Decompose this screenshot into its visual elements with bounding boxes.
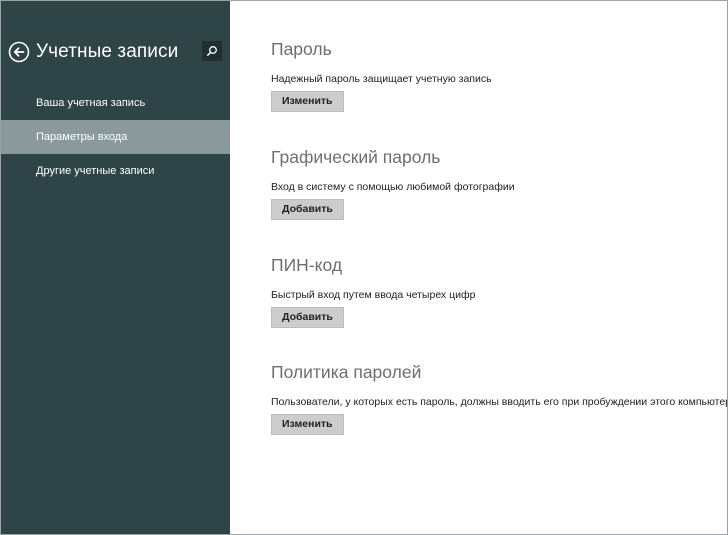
- sidebar-title: Учетные записи: [36, 41, 179, 62]
- main-content: Пароль Надежный пароль защищает учетную …: [230, 1, 727, 534]
- change-password-button[interactable]: Изменить: [271, 91, 344, 112]
- sidebar-nav: Ваша учетная запись Параметры входа Друг…: [1, 86, 230, 188]
- add-picture-password-button[interactable]: Добавить: [271, 199, 344, 220]
- section-title: ПИН-код: [271, 255, 343, 275]
- section-description: Быстрый вход путем ввода четырех цифр: [271, 289, 476, 301]
- section-description: Пользователи, у которых есть пароль, дол…: [271, 396, 728, 408]
- search-icon: [207, 46, 217, 56]
- section-description: Надежный пароль защищает учетную запись: [271, 73, 492, 85]
- section-title: Графический пароль: [271, 147, 441, 167]
- section-title: Пароль: [271, 39, 332, 59]
- pc-settings-window: Учетные записи Ваша учетная запись Парам…: [0, 0, 728, 535]
- sidebar-item-your-account[interactable]: Ваша учетная запись: [1, 86, 230, 120]
- sidebar-item-label: Параметры входа: [36, 131, 128, 143]
- section-description: Вход в систему с помощью любимой фотогра…: [271, 181, 515, 193]
- sidebar-item-sign-in-options[interactable]: Параметры входа: [1, 120, 230, 154]
- sidebar: Учетные записи Ваша учетная запись Парам…: [1, 1, 230, 534]
- section-pin: ПИН-код Быстрый вход путем ввода четырех…: [271, 255, 475, 328]
- change-password-policy-button[interactable]: Изменить: [271, 414, 344, 435]
- sidebar-item-other-accounts[interactable]: Другие учетные записи: [1, 154, 230, 188]
- sidebar-item-label: Другие учетные записи: [36, 165, 155, 177]
- section-password: Пароль Надежный пароль защищает учетную …: [271, 39, 492, 112]
- search-button[interactable]: [202, 41, 222, 61]
- section-title: Политика паролей: [271, 362, 422, 382]
- back-arrow-circle-icon: [8, 41, 30, 63]
- section-picture-password: Графический пароль Вход в систему с помо…: [271, 147, 515, 220]
- section-password-policy: Политика паролей Пользователи, у которых…: [271, 362, 728, 435]
- back-button[interactable]: [8, 41, 30, 63]
- add-pin-button[interactable]: Добавить: [271, 307, 344, 328]
- sidebar-header: Учетные записи: [8, 39, 222, 65]
- sidebar-item-label: Ваша учетная запись: [36, 97, 146, 109]
